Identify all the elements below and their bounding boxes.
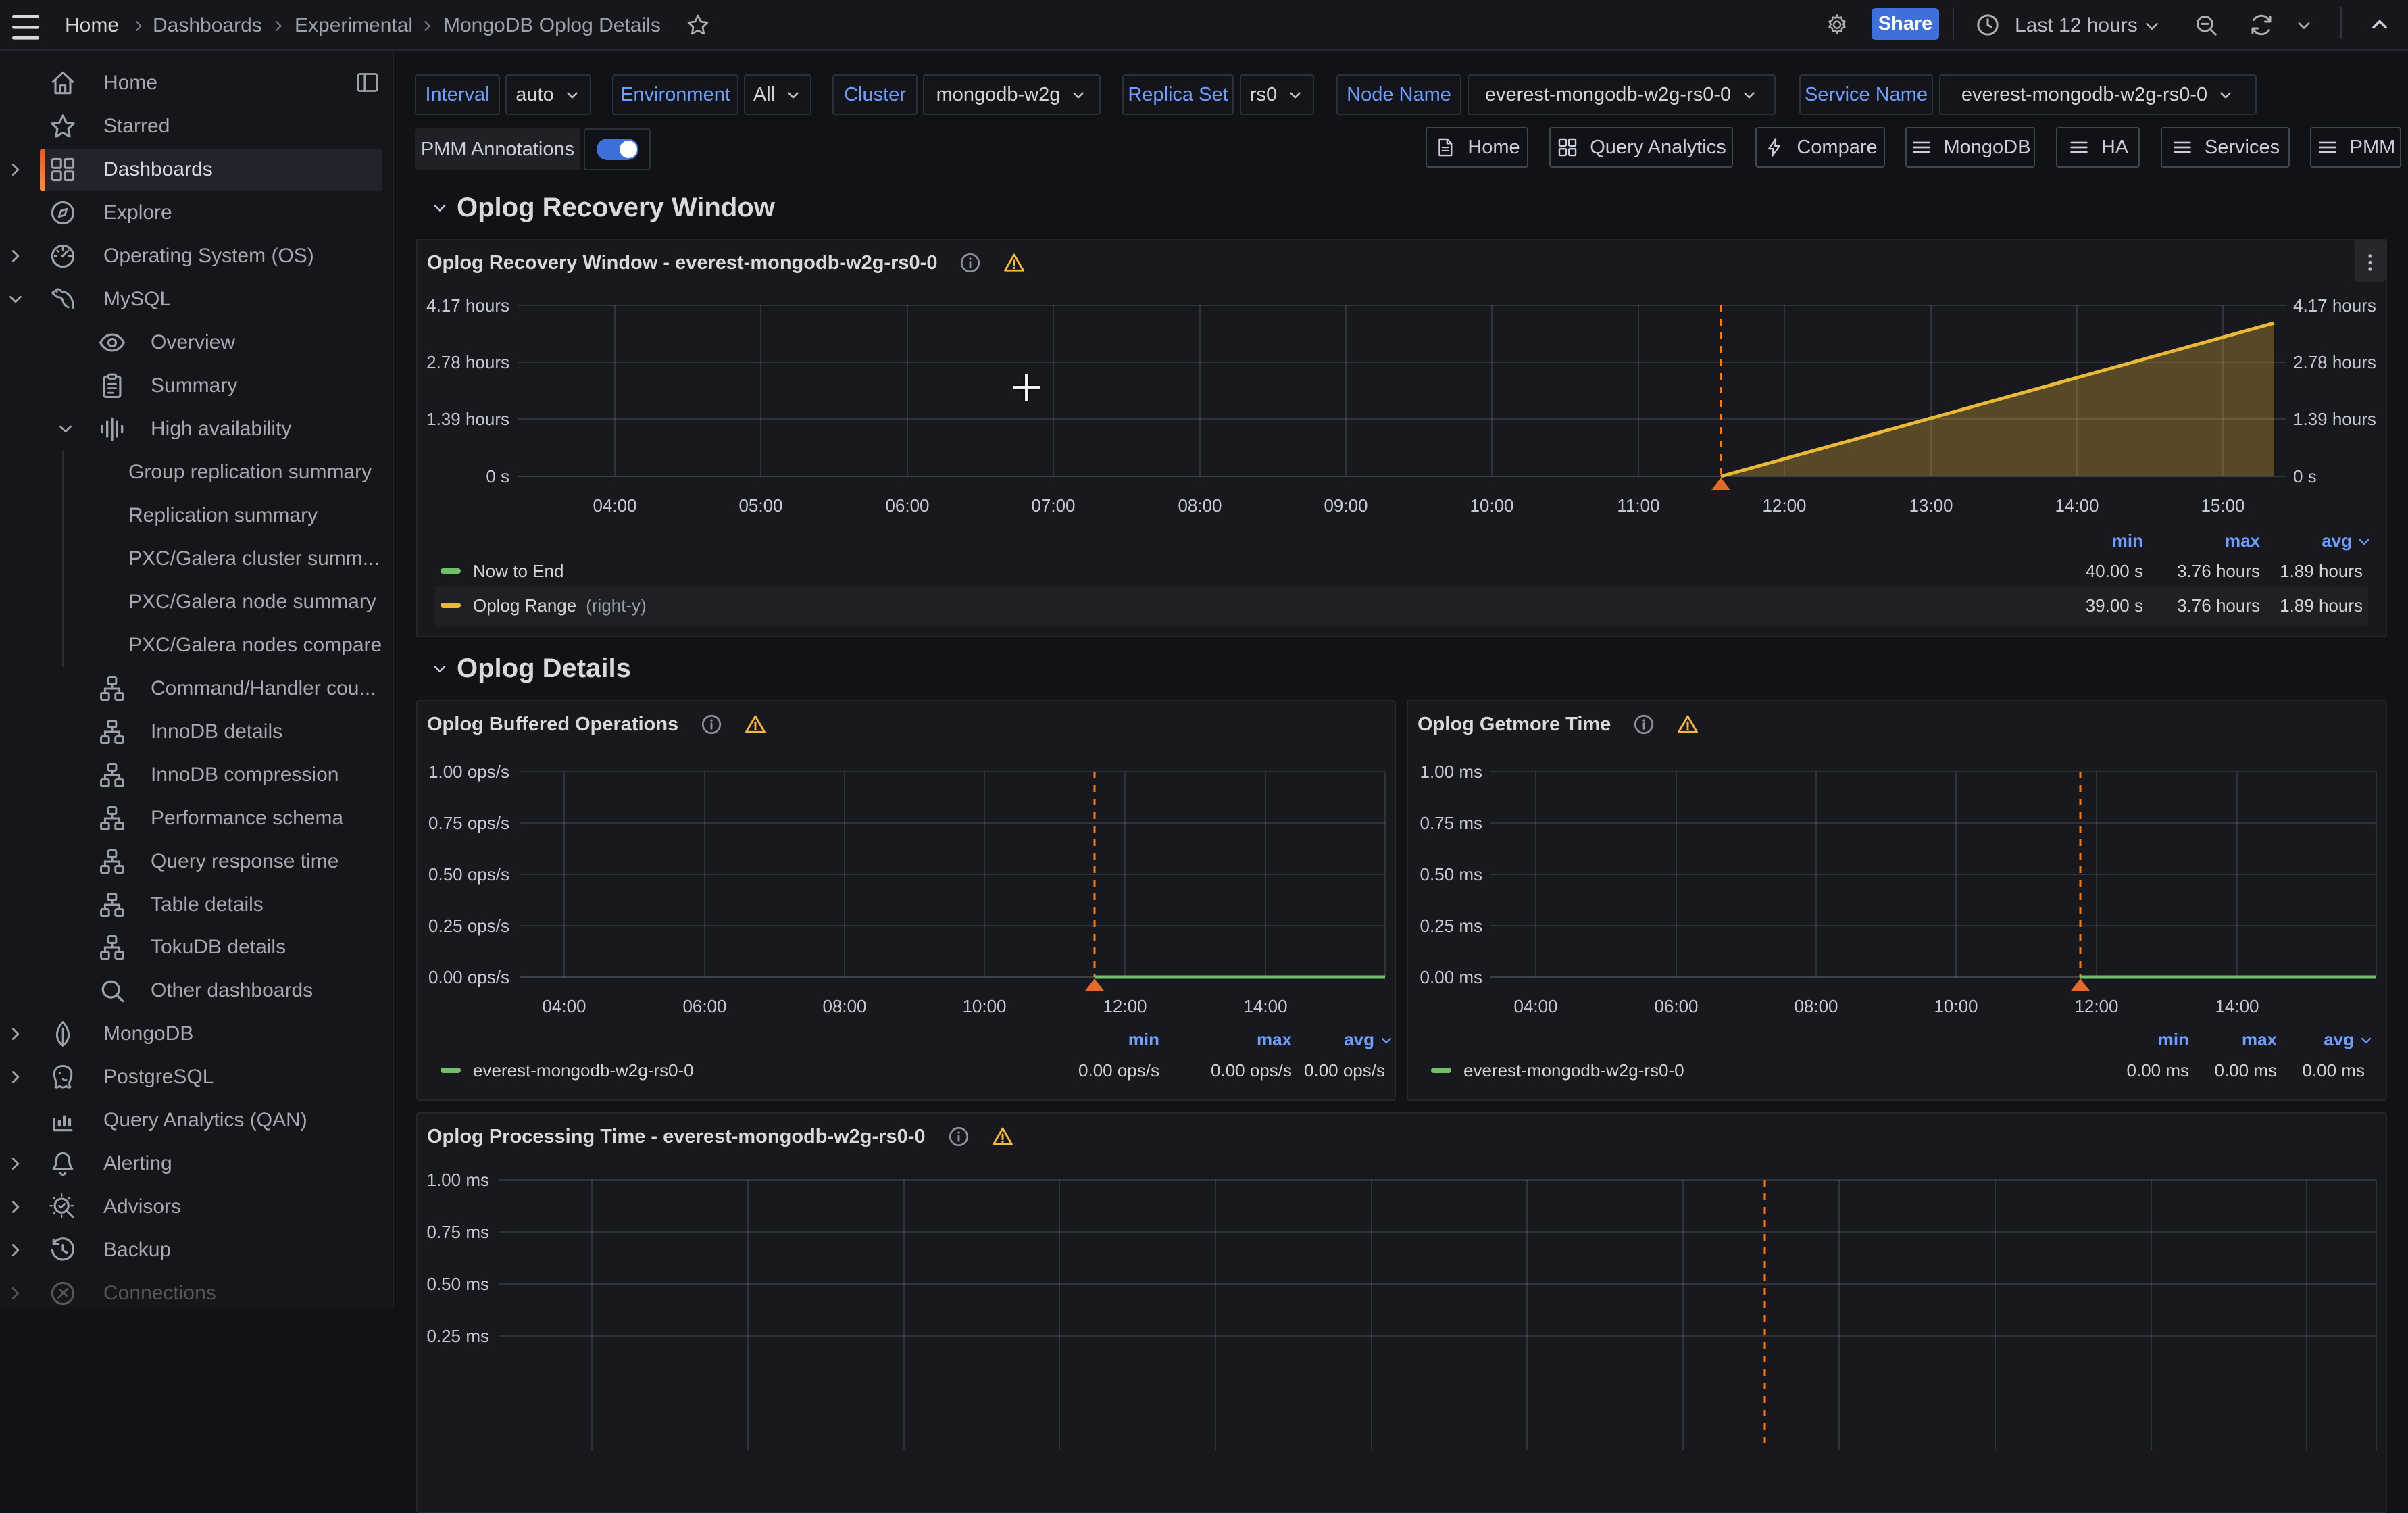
svg-text:12:00: 12:00	[1103, 996, 1147, 1016]
svg-text:04:00: 04:00	[1513, 996, 1557, 1016]
svg-text:0.50 ms: 0.50 ms	[427, 1274, 490, 1294]
svg-text:4.17 hours: 4.17 hours	[2293, 295, 2376, 316]
svg-text:12:00: 12:00	[2074, 996, 2118, 1016]
svg-text:08:00: 08:00	[822, 996, 866, 1016]
svg-text:1.00 ms: 1.00 ms	[1420, 762, 1483, 782]
svg-text:0.00 ms: 0.00 ms	[1420, 967, 1483, 987]
svg-text:10:00: 10:00	[962, 996, 1006, 1016]
svg-text:10:00: 10:00	[1470, 495, 1513, 516]
svg-text:1.39 hours: 1.39 hours	[426, 409, 509, 429]
svg-text:0.75 ops/s: 0.75 ops/s	[428, 813, 509, 833]
svg-text:09:00: 09:00	[1324, 495, 1368, 516]
svg-text:1.00 ops/s: 1.00 ops/s	[428, 762, 509, 782]
svg-text:0.00 ops/s: 0.00 ops/s	[428, 967, 509, 987]
svg-text:10:00: 10:00	[1934, 996, 1978, 1016]
svg-text:0.50 ms: 0.50 ms	[1420, 864, 1483, 885]
svg-text:0.75 ms: 0.75 ms	[427, 1222, 490, 1242]
svg-text:0.75 ms: 0.75 ms	[1420, 813, 1483, 833]
svg-text:1.39 hours: 1.39 hours	[2293, 409, 2376, 429]
svg-text:0 s: 0 s	[486, 466, 509, 487]
svg-text:08:00: 08:00	[1794, 996, 1838, 1016]
svg-text:06:00: 06:00	[885, 495, 929, 516]
svg-text:04:00: 04:00	[593, 495, 636, 516]
svg-text:4.17 hours: 4.17 hours	[426, 295, 509, 316]
svg-text:05:00: 05:00	[738, 495, 782, 516]
svg-text:2.78 hours: 2.78 hours	[2293, 352, 2376, 372]
svg-text:0.25 ms: 0.25 ms	[427, 1326, 490, 1346]
svg-text:12:00: 12:00	[1762, 495, 1806, 516]
svg-text:0 s: 0 s	[2293, 466, 2317, 487]
svg-text:13:00: 13:00	[1909, 495, 1953, 516]
svg-text:0.25 ops/s: 0.25 ops/s	[428, 916, 509, 936]
svg-text:04:00: 04:00	[542, 996, 586, 1016]
svg-text:0.50 ops/s: 0.50 ops/s	[428, 864, 509, 885]
svg-text:15:00: 15:00	[2201, 495, 2244, 516]
svg-text:14:00: 14:00	[2215, 996, 2259, 1016]
svg-text:14:00: 14:00	[2055, 495, 2099, 516]
svg-text:0.25 ms: 0.25 ms	[1420, 916, 1483, 936]
svg-text:06:00: 06:00	[1654, 996, 1698, 1016]
svg-text:06:00: 06:00	[682, 996, 726, 1016]
svg-text:11:00: 11:00	[1617, 495, 1659, 516]
svg-text:14:00: 14:00	[1243, 996, 1287, 1016]
svg-text:1.00 ms: 1.00 ms	[427, 1170, 490, 1190]
svg-text:2.78 hours: 2.78 hours	[426, 352, 509, 372]
svg-text:07:00: 07:00	[1031, 495, 1075, 516]
svg-text:08:00: 08:00	[1178, 495, 1222, 516]
